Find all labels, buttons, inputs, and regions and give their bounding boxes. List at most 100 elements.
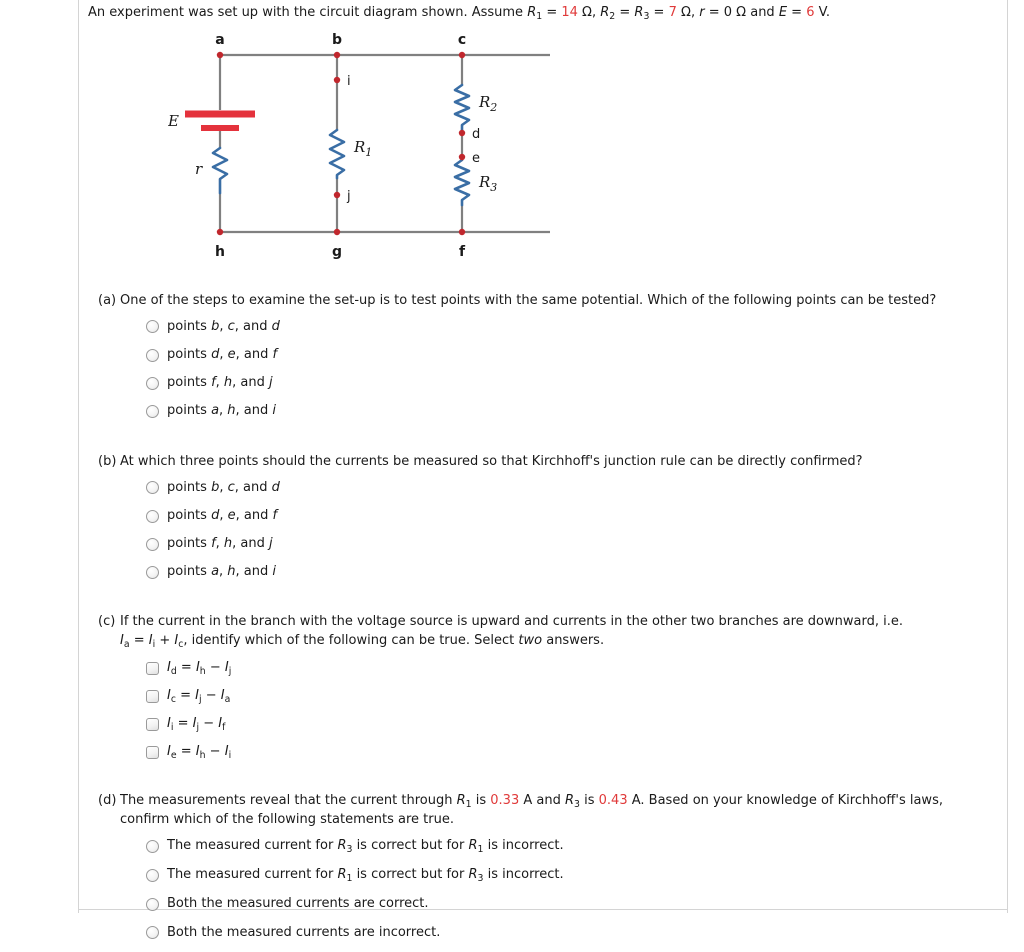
node-e-dot xyxy=(458,153,466,160)
question-d-options: The measured current for R3 is correct b… xyxy=(88,837,998,942)
option-label: Ii = Ij − If xyxy=(167,715,226,733)
node-c-dot xyxy=(458,51,466,58)
option-c-4[interactable]: Ie = Ih − Ii xyxy=(146,743,998,762)
question-d-letter: (d) xyxy=(98,793,117,809)
radio-button[interactable] xyxy=(146,509,159,523)
ohm-unit-2: Ω, xyxy=(676,5,700,20)
checkbox-input[interactable] xyxy=(146,746,159,760)
equals-5: = xyxy=(787,5,807,20)
radio-button[interactable] xyxy=(146,348,159,362)
node-b-dot xyxy=(333,51,341,58)
option-b-1[interactable]: points b, c, and d xyxy=(146,479,998,497)
option-a-4[interactable]: points a, h, and i xyxy=(146,402,998,420)
node-d-dot xyxy=(458,129,466,136)
r2-symbol: R xyxy=(600,5,610,20)
question-c-line2: Ia = Ii + Ic, identify which of the foll… xyxy=(120,632,605,650)
battery-symbol xyxy=(185,110,255,131)
r1-symbol: R xyxy=(527,5,537,20)
page-border-left xyxy=(78,0,79,913)
node-f-dot xyxy=(458,228,466,235)
option-label: points d, e, and f xyxy=(167,507,278,523)
node-label-j: j xyxy=(346,189,351,204)
option-label: Ie = Ih − Ii xyxy=(167,743,232,761)
intro-text: An experiment was set up with the circui… xyxy=(88,5,528,20)
question-a-prompt: One of the steps to examine the set-up i… xyxy=(120,292,937,308)
node-label-b: b xyxy=(332,32,342,48)
page-border-right xyxy=(1007,0,1008,913)
node-label-e: e xyxy=(472,151,480,166)
question-b-letter: (b) xyxy=(98,453,117,469)
option-label: points f, h, and j xyxy=(167,375,273,391)
option-label: points d, e, and f xyxy=(167,346,278,362)
question-d-line1: The measurements reveal that the current… xyxy=(120,793,943,811)
checkbox-input[interactable] xyxy=(146,661,159,675)
option-label: points f, h, and j xyxy=(167,536,273,552)
radio-button[interactable] xyxy=(146,404,159,418)
r1-value: 14 xyxy=(561,5,578,20)
option-a-3[interactable]: points f, h, and j xyxy=(146,374,998,392)
option-label: points a, h, and i xyxy=(167,564,277,580)
option-label: Both the measured currents are incorrect… xyxy=(167,924,441,940)
radio-button[interactable] xyxy=(146,481,159,495)
radio-button[interactable] xyxy=(146,537,159,551)
option-label: points a, h, and i xyxy=(167,403,277,419)
equals-4: = xyxy=(704,5,724,20)
question-c-prompt: If the current in the branch with the vo… xyxy=(120,613,998,650)
circuit-wires xyxy=(218,53,550,233)
option-d-1[interactable]: The measured current for R3 is correct b… xyxy=(146,837,998,856)
question-b: (b) At which three points should the cur… xyxy=(88,453,998,582)
question-d: (d) The measurements reveal that the cur… xyxy=(88,792,998,942)
question-c-options: Id = Ih − Ij Ic = Ij − Ia Ii = Ij − If I… xyxy=(88,659,998,762)
option-a-1[interactable]: points b, c, and d xyxy=(146,318,998,336)
option-c-2[interactable]: Ic = Ij − Ia xyxy=(146,687,998,706)
radio-button[interactable] xyxy=(146,898,159,912)
checkbox-input[interactable] xyxy=(146,717,159,731)
option-b-3[interactable]: points f, h, and j xyxy=(146,535,998,553)
radio-button[interactable] xyxy=(146,376,159,390)
resistor-r2-zigzag xyxy=(453,83,471,131)
question-d-line2: confirm which of the following statement… xyxy=(120,812,454,828)
node-h-dot xyxy=(216,228,224,235)
option-label: points b, c, and d xyxy=(167,479,280,495)
radio-button[interactable] xyxy=(146,840,159,854)
label-r3: R3 xyxy=(478,173,497,194)
emf-value: 6 xyxy=(806,5,815,20)
option-d-3[interactable]: Both the measured currents are correct. xyxy=(146,895,998,913)
option-label: The measured current for R1 is correct b… xyxy=(167,867,564,885)
option-label: Ic = Ij − Ia xyxy=(167,687,231,705)
node-i-dot xyxy=(333,76,341,83)
option-d-4[interactable]: Both the measured currents are incorrect… xyxy=(146,924,998,942)
radio-button[interactable] xyxy=(146,565,159,579)
question-b-options: points b, c, and d points d, e, and f po… xyxy=(88,479,998,582)
radio-button[interactable] xyxy=(146,869,159,883)
equals-2: = xyxy=(615,5,635,20)
node-label-i: i xyxy=(347,74,351,89)
node-g-dot xyxy=(333,228,341,235)
emf-symbol: E xyxy=(778,5,788,20)
r23-value: 7 xyxy=(668,5,677,20)
option-b-2[interactable]: points d, e, and f xyxy=(146,507,998,525)
option-d-2[interactable]: The measured current for R1 is correct b… xyxy=(146,866,998,885)
option-c-3[interactable]: Ii = Ij − If xyxy=(146,715,998,734)
radio-button[interactable] xyxy=(146,320,159,334)
circuit-diagram: a b c h g f i j d e E r R1 R2 R3 xyxy=(168,30,588,270)
ohm-unit-3: Ω and xyxy=(732,5,779,20)
option-label: points b, c, and d xyxy=(167,318,280,334)
problem-content: An experiment was set up with the circui… xyxy=(88,0,998,952)
label-r2: R2 xyxy=(478,93,497,114)
question-a-options: points b, c, and d points d, e, and f po… xyxy=(88,318,998,421)
node-label-f: f xyxy=(459,244,466,260)
volt-unit: V. xyxy=(814,5,830,20)
node-label-a: a xyxy=(215,32,224,48)
checkbox-input[interactable] xyxy=(146,689,159,703)
r-value: 0 xyxy=(723,5,733,20)
resistor-r1-zigzag xyxy=(328,128,346,179)
label-emf: E xyxy=(168,112,179,130)
node-label-d: d xyxy=(472,127,480,142)
radio-button[interactable] xyxy=(146,926,159,940)
ohm-unit-1: Ω, xyxy=(577,5,601,20)
resistor-r3-zigzag xyxy=(453,158,471,206)
option-a-2[interactable]: points d, e, and f xyxy=(146,346,998,364)
option-c-1[interactable]: Id = Ih − Ij xyxy=(146,659,998,678)
option-b-4[interactable]: points a, h, and i xyxy=(146,563,998,581)
